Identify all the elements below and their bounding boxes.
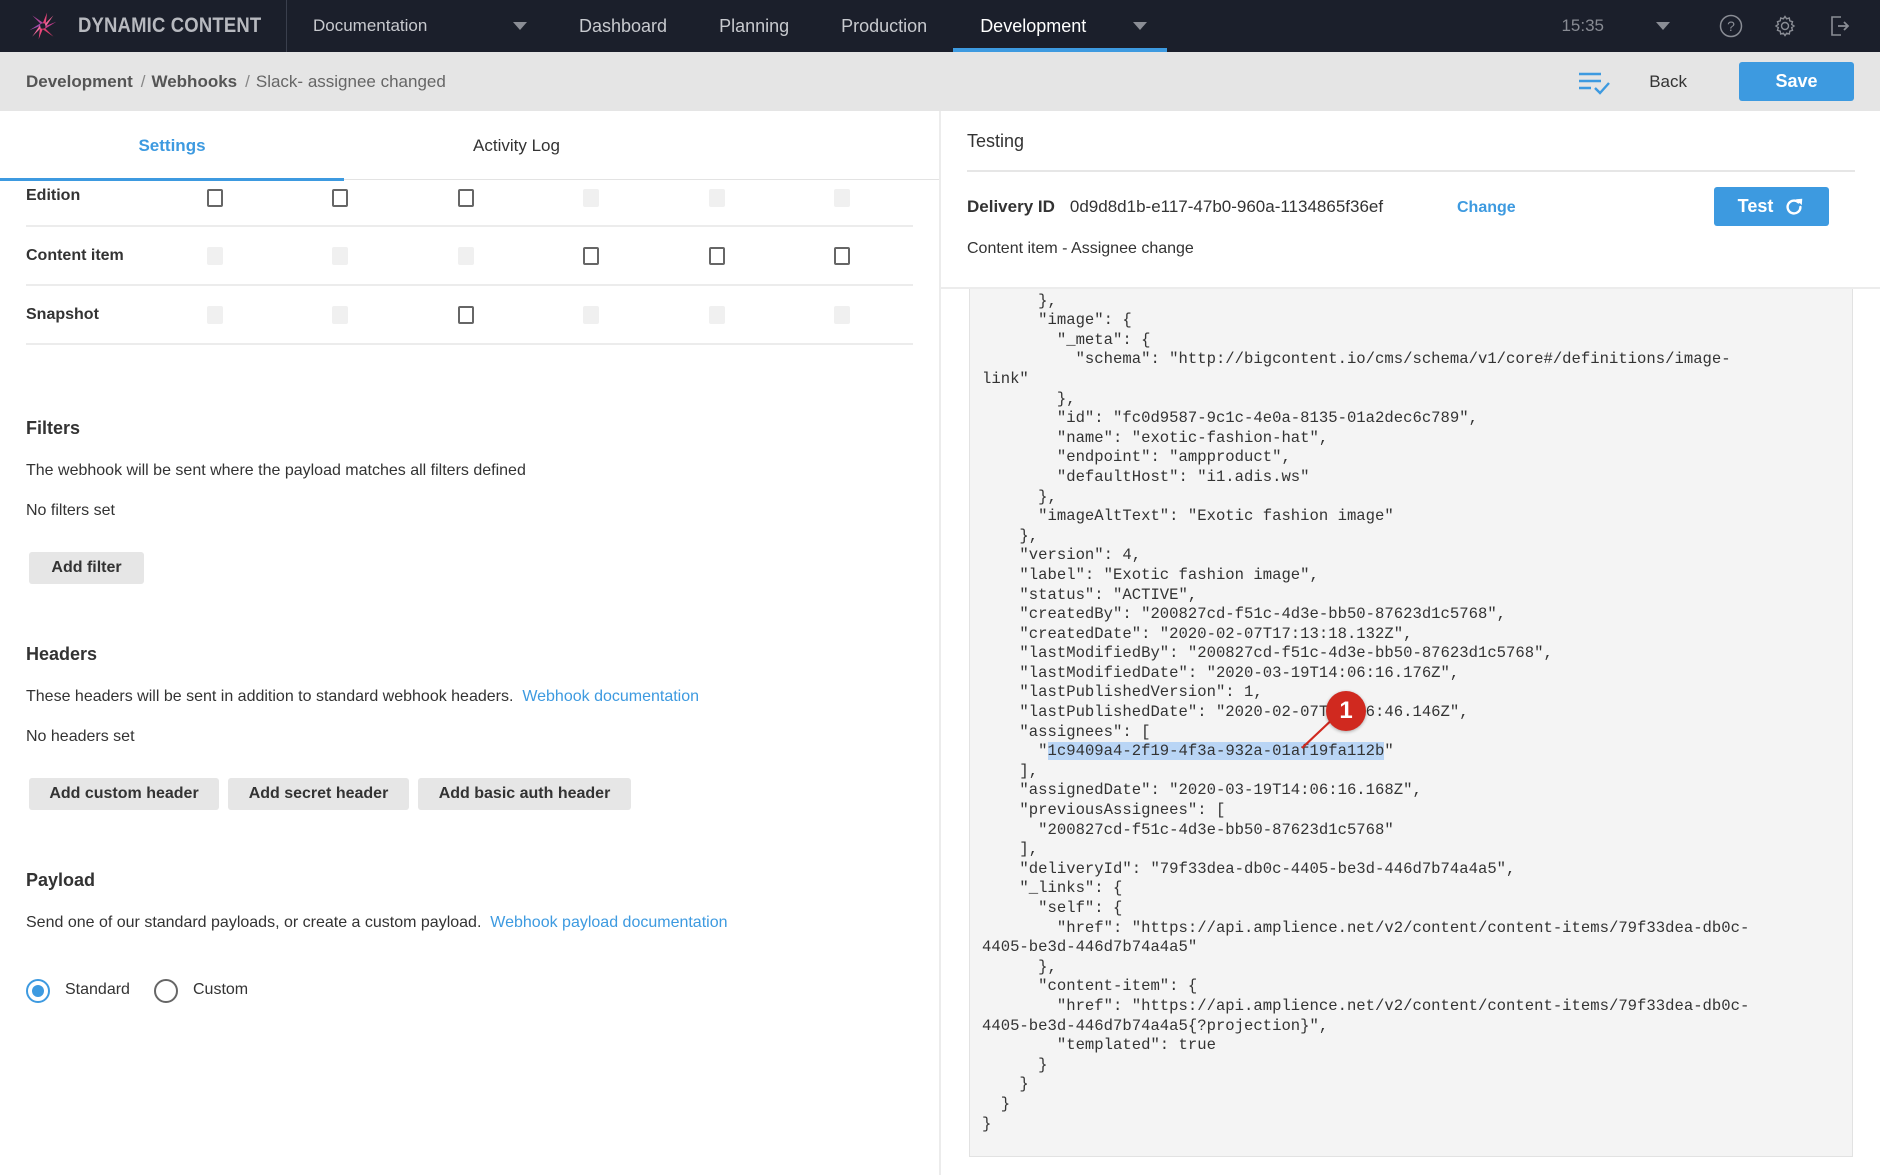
- filters-title: Filters: [26, 418, 81, 438]
- clock: 15:35: [1561, 16, 1604, 35]
- tabs: Settings Activity Log: [0, 111, 939, 181]
- checkbox: [207, 247, 223, 265]
- delivery-row: Delivery ID 0d9d8d1b-e117-47b0-960a-1134…: [967, 197, 1383, 217]
- checkbox[interactable]: [709, 247, 725, 265]
- sub-header: Development / Webhooks / Slack- assignee…: [0, 52, 1880, 111]
- breadcrumb-webhooks[interactable]: Webhooks: [151, 72, 237, 92]
- annotation-marker: 1: [1326, 691, 1366, 731]
- checkbox: [207, 306, 223, 324]
- row-label: Snapshot: [26, 305, 99, 323]
- test-button-label: Test: [1737, 196, 1774, 216]
- checkbox: [332, 247, 348, 265]
- checkbox: [834, 189, 850, 207]
- test-button[interactable]: Test: [1714, 187, 1829, 226]
- nav-development[interactable]: Development: [953, 0, 1168, 52]
- row-label: Content item: [26, 246, 124, 264]
- nav-planning[interactable]: Planning: [693, 0, 815, 52]
- checkbox[interactable]: [458, 189, 474, 207]
- settings-panel: Settings Activity Log Edition Content it…: [0, 111, 939, 1175]
- filters-section: Filters: [26, 418, 80, 439]
- breadcrumb-current: Slack- assignee changed: [255, 71, 446, 91]
- add-custom-header-button[interactable]: Add custom header: [29, 778, 219, 810]
- nav-production[interactable]: Production: [815, 0, 953, 52]
- save-button[interactable]: Save: [1739, 62, 1854, 101]
- radio-custom-label[interactable]: Custom: [193, 981, 248, 999]
- nav-dashboard[interactable]: Dashboard: [553, 0, 693, 52]
- payload-json-after: " ], "assignedDate": "2020-03-19T14:06:1…: [982, 742, 1750, 1133]
- hub-name: Documentation: [313, 16, 428, 35]
- checkbox: [834, 306, 850, 324]
- breadcrumb-separator: /: [140, 71, 146, 91]
- checkbox: [709, 189, 725, 207]
- hub-selector[interactable]: Documentation: [287, 0, 553, 52]
- breadcrumb: Development / Webhooks / Slack- assignee…: [26, 72, 446, 92]
- checkbox[interactable]: [332, 189, 348, 207]
- webhook-documentation-link[interactable]: Webhook documentation: [522, 688, 699, 705]
- add-filter-button[interactable]: Add filter: [29, 552, 144, 584]
- checkbox[interactable]: [458, 306, 474, 324]
- checkbox[interactable]: [834, 247, 850, 265]
- nav-planning-label: Planning: [719, 15, 790, 36]
- dynamic-content-logo-icon: [29, 12, 57, 40]
- chevron-down-icon[interactable]: [1133, 22, 1148, 30]
- payload-description-text: Send one of our standard payloads, or cr…: [26, 914, 482, 931]
- row-label: Edition: [26, 187, 81, 204]
- nav-dashboard-label: Dashboard: [579, 15, 668, 36]
- tab-activity-log[interactable]: Activity Log: [344, 111, 689, 180]
- add-secret-header-button[interactable]: Add secret header: [228, 778, 409, 810]
- filters-description: The webhook will be sent where the paylo…: [26, 462, 526, 479]
- testing-panel: Testing Delivery ID 0d9d8d1b-e117-47b0-9…: [941, 111, 1880, 1175]
- list-check-icon[interactable]: [1577, 69, 1611, 95]
- table-row: Content item: [26, 227, 913, 286]
- checkbox: [332, 306, 348, 324]
- webhook-payload-documentation-link[interactable]: Webhook payload documentation: [490, 914, 727, 931]
- back-button[interactable]: Back: [1649, 72, 1687, 92]
- toolbar: Back Save: [1577, 62, 1854, 101]
- help-icon[interactable]: ?: [1718, 13, 1744, 39]
- chevron-down-icon[interactable]: [1656, 22, 1670, 30]
- nav-right: 15:35 ?: [1561, 0, 1880, 52]
- headers-description-text: These headers will be sent in addition t…: [26, 688, 514, 705]
- delivery-id-value: 0d9d8d1b-e117-47b0-960a-1134865f36ef: [1069, 197, 1384, 216]
- change-delivery-link[interactable]: Change: [1457, 199, 1516, 217]
- top-nav: DYNAMIC CONTENT Documentation Dashboard …: [0, 0, 1880, 52]
- payload-preview[interactable]: "schema": "http://www.example.com/simple…: [969, 289, 1853, 1157]
- brand-name: DYNAMIC CONTENT: [77, 14, 262, 37]
- radio-custom[interactable]: [154, 979, 178, 1003]
- event-name: Content item - Assignee change: [967, 240, 1194, 257]
- headers-description: These headers will be sent in addition t…: [26, 688, 699, 706]
- checkbox[interactable]: [583, 247, 599, 265]
- add-basic-auth-header-button[interactable]: Add basic auth header: [418, 778, 631, 810]
- checkbox: [458, 247, 474, 265]
- nav-production-label: Production: [841, 15, 928, 36]
- delivery-id-label: Delivery ID: [967, 197, 1055, 216]
- checkbox: [709, 306, 725, 324]
- radio-standard-label[interactable]: Standard: [65, 981, 130, 999]
- table-row: Edition: [26, 180, 913, 227]
- event-permissions-table: Edition Content item Snapshot: [26, 180, 913, 345]
- table-row: Snapshot: [26, 286, 913, 345]
- checkbox: [583, 306, 599, 324]
- payload-json-before: "schema": "http://www.example.com/simple…: [982, 289, 1731, 761]
- chevron-down-icon: [513, 22, 527, 30]
- nav-development-label: Development: [980, 15, 1087, 36]
- headers-title: Headers: [26, 644, 98, 664]
- svg-text:?: ?: [1727, 18, 1735, 34]
- checkbox[interactable]: [207, 189, 223, 207]
- checkbox: [583, 189, 599, 207]
- radio-standard[interactable]: [26, 979, 50, 1003]
- payload-description: Send one of our standard payloads, or cr…: [26, 914, 728, 932]
- breadcrumb-development[interactable]: Development: [26, 72, 133, 92]
- logout-icon[interactable]: [1826, 13, 1852, 39]
- breadcrumb-separator: /: [245, 71, 250, 91]
- testing-title: Testing: [967, 131, 1025, 151]
- divider: [967, 170, 1855, 172]
- settings-icon[interactable]: [1772, 13, 1798, 39]
- brand[interactable]: DYNAMIC CONTENT: [0, 0, 287, 52]
- headers-empty: No headers set: [26, 728, 135, 745]
- filters-empty: No filters set: [26, 502, 115, 519]
- refresh-icon: [1786, 198, 1803, 215]
- payload-title: Payload: [26, 870, 96, 890]
- tab-settings[interactable]: Settings: [0, 111, 344, 181]
